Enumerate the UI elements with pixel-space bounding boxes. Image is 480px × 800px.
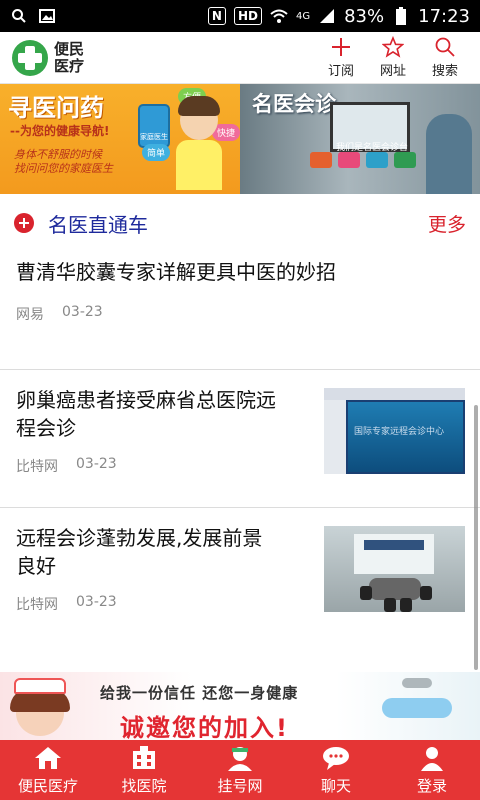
tab-label: 找医院: [121, 776, 167, 795]
news-title: 远程会诊蓬勃发展,发展前景 良好: [16, 526, 263, 578]
tab-label: 便民医疗: [17, 776, 78, 795]
bookmarks-label: 网址: [379, 64, 406, 79]
section-header: 名医直通车 更多: [0, 194, 480, 252]
user-icon: [421, 746, 443, 771]
doctor-icon: [228, 746, 252, 771]
news-title: 卵巢癌患者接受麻省总医院远 程会诊: [16, 388, 276, 440]
banner-expert-consultation[interactable]: 名医会诊 我们是名医会诊台: [240, 84, 480, 194]
more-link[interactable]: 更多: [428, 210, 466, 237]
news-item[interactable]: 远程会诊蓬勃发展,发展前景 良好 比特网 03-23: [0, 508, 480, 648]
chat-icon: [323, 746, 349, 770]
news-item[interactable]: 卵巢癌患者接受麻省总医院远 程会诊 比特网 03-23 国际专家远程会诊中心: [0, 370, 480, 508]
tab-home[interactable]: 便民医疗: [0, 740, 96, 800]
doctor-illustration: [426, 114, 472, 194]
signal-icon: [318, 7, 336, 25]
app-header: 便民 医疗 订阅 网址 搜索: [0, 32, 480, 84]
search-icon: [435, 37, 455, 57]
phone-illustration: 家庭医生: [138, 104, 170, 148]
wifi-icon: [270, 7, 288, 25]
banner-consult-caption: 身体不舒服的时候 找问问您的家庭医生: [14, 148, 113, 175]
scrollbar[interactable]: [474, 405, 478, 670]
news-source: 比特网: [16, 459, 58, 475]
news-date: 03-23: [76, 456, 117, 472]
tab-registration[interactable]: 挂号网: [192, 740, 288, 800]
tab-label: 聊天: [320, 776, 351, 795]
search-button[interactable]: 搜索: [432, 36, 458, 79]
nurse-illustration: [4, 678, 76, 740]
logo-text-line2: 医疗: [54, 56, 85, 75]
logo-cross-icon: [12, 39, 48, 76]
news-thumbnail: [324, 526, 465, 612]
hd-badge: HD: [233, 7, 262, 25]
news-meta: 比特网 03-23: [16, 456, 117, 476]
news-date: 03-23: [76, 594, 117, 610]
status-bar: N HD 4G 83% 17:23: [0, 0, 480, 32]
banner-consult-title: 寻医问药: [8, 94, 104, 122]
news-thumbnail: 国际专家远程会诊中心: [324, 388, 465, 474]
logo-text-line1: 便民: [54, 39, 85, 58]
ad-slogan: 给我一份信任 还您一身健康: [100, 684, 299, 702]
news-date: 03-23: [62, 304, 103, 320]
app-logo[interactable]: 便民 医疗: [12, 39, 85, 76]
promo-banner[interactable]: 寻医问药 --为您的健康导航! 身体不舒服的时候 找问问您的家庭医生 家庭医生 …: [0, 84, 480, 194]
nfc-icon: N: [207, 7, 226, 25]
subscribe-button[interactable]: 订阅: [328, 36, 354, 79]
news-item[interactable]: 曹清华胶囊专家详解更具中医的妙招 网易 03-23: [0, 252, 480, 370]
banner-feature-tiles: [310, 152, 416, 168]
tab-label: 挂号网: [217, 776, 263, 795]
banner-consult[interactable]: 寻医问药 --为您的健康导航! 身体不舒服的时候 找问问您的家庭医生 家庭医生 …: [0, 84, 240, 194]
banner-expert-title: 名医会诊: [252, 92, 336, 116]
plus-circle-icon: [14, 213, 34, 233]
battery-percent: 83%: [344, 5, 385, 27]
news-title: 曹清华胶囊专家详解更具中医的妙招: [16, 260, 336, 284]
image-icon: [38, 7, 56, 25]
tab-label: 登录: [416, 776, 447, 795]
network-type: 4G: [295, 10, 311, 22]
banner-consult-subtitle: --为您的健康导航!: [10, 124, 110, 138]
ad-invite: 诚邀您的加入!: [120, 714, 289, 740]
news-source: 网易: [16, 307, 44, 323]
tab-chat[interactable]: 聊天: [288, 740, 384, 800]
subscribe-label: 订阅: [327, 64, 354, 79]
clock: 17:23: [418, 5, 470, 27]
section-title: 名医直通车: [48, 212, 148, 237]
star-icon: [381, 36, 404, 58]
battery-icon: [392, 7, 410, 25]
bottom-tab-bar: 便民医疗 找医院 挂号网 聊天 登录: [0, 740, 480, 800]
home-icon: [35, 746, 61, 769]
plus-icon: [331, 38, 350, 56]
tab-login[interactable]: 登录: [384, 740, 480, 800]
dental-chair-illustration: [362, 678, 472, 738]
news-meta: 比特网 03-23: [16, 594, 117, 614]
cartoon-figure: [170, 94, 226, 190]
news-meta: 网易 03-23: [16, 304, 103, 324]
search-icon: [10, 7, 28, 25]
search-label: 搜索: [431, 64, 458, 79]
ad-banner[interactable]: 给我一份信任 还您一身健康 诚邀您的加入!: [0, 672, 480, 740]
tab-hospitals[interactable]: 找医院: [96, 740, 192, 800]
bubble-label: 简单: [142, 144, 171, 161]
bookmarks-button[interactable]: 网址: [380, 36, 406, 79]
hospital-icon: [133, 745, 155, 769]
news-source: 比特网: [16, 597, 58, 613]
